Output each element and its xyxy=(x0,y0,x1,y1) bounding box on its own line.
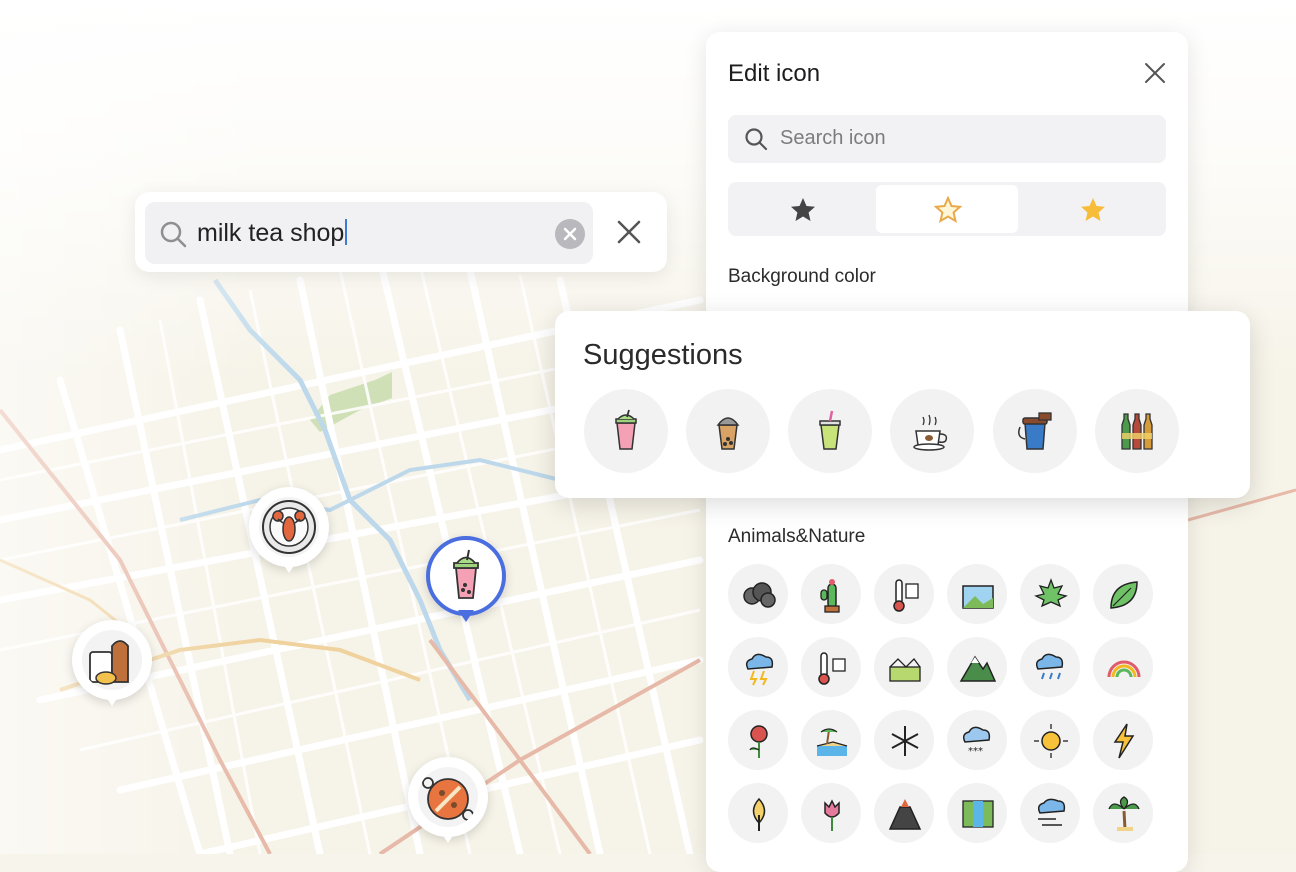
icon-grid-item[interactable] xyxy=(1093,637,1153,697)
bubble-tea-icon xyxy=(716,417,740,450)
milk-tea-shop-icon xyxy=(453,549,479,599)
icon-grid-item[interactable] xyxy=(728,783,788,843)
mountain-icon xyxy=(959,655,997,682)
icon-grid-item[interactable] xyxy=(1020,710,1080,770)
sun-icon xyxy=(1034,724,1068,758)
map-pin-lobster[interactable] xyxy=(249,487,329,582)
takeaway-coffee-icon xyxy=(1018,412,1052,450)
search-icon xyxy=(160,221,187,248)
map-pin-milk-tea-selected[interactable] xyxy=(426,536,506,631)
style-colored[interactable] xyxy=(1021,185,1163,233)
bakery-icon xyxy=(89,640,129,685)
clear-icon xyxy=(563,227,577,241)
icon-grid-item[interactable] xyxy=(1020,783,1080,843)
svg-text:***: *** xyxy=(968,746,983,757)
icon-grid-item[interactable] xyxy=(1020,564,1080,624)
suggestion-item[interactable] xyxy=(788,389,872,473)
icon-grid-item[interactable]: *** xyxy=(947,710,1007,770)
bottled-drinks-icon xyxy=(1121,413,1153,450)
suggestion-item[interactable] xyxy=(686,389,770,473)
clear-search-button[interactable] xyxy=(555,219,585,249)
volcano-icon xyxy=(888,799,922,830)
icon-grid-item[interactable] xyxy=(947,637,1007,697)
windy-cloud-icon xyxy=(1037,798,1066,826)
icon-grid-item[interactable] xyxy=(874,783,934,843)
thunderstorm-icon xyxy=(745,653,774,686)
panel-title: Edit icon xyxy=(728,60,821,87)
icon-grid-item[interactable] xyxy=(728,710,788,770)
close-search-button[interactable] xyxy=(615,218,643,246)
icon-search-input[interactable]: Search icon xyxy=(728,115,1166,163)
leaf-icon xyxy=(1110,581,1138,609)
field-icon xyxy=(889,658,921,682)
rose-icon xyxy=(749,725,768,758)
text-cursor xyxy=(345,219,348,245)
tree-icon xyxy=(752,797,766,831)
icon-grid-item[interactable] xyxy=(947,783,1007,843)
palm-tree-icon xyxy=(1108,796,1140,831)
coffee-cup-icon xyxy=(913,414,948,451)
suggestions-title: Suggestions xyxy=(583,339,743,371)
style-filled[interactable] xyxy=(731,185,873,233)
rainbow-icon xyxy=(1107,660,1141,678)
map-pin-bakery[interactable] xyxy=(72,620,152,715)
suggestion-item[interactable] xyxy=(1095,389,1179,473)
map-search-input[interactable]: milk tea shop xyxy=(145,202,593,264)
beach-icon xyxy=(816,728,848,756)
icon-grid-item[interactable] xyxy=(801,564,861,624)
suggestions-popover: Suggestions xyxy=(555,311,1250,498)
icon-grid-item[interactable] xyxy=(728,637,788,697)
thermometer-icon xyxy=(893,579,919,612)
paella-icon xyxy=(422,777,474,821)
icon-grid-item[interactable] xyxy=(947,564,1007,624)
filled-star-icon xyxy=(791,198,815,221)
icon-grid-item[interactable] xyxy=(728,564,788,624)
waterfall-icon xyxy=(962,800,994,828)
snowflake-icon xyxy=(891,726,919,756)
icon-grid-item[interactable] xyxy=(1020,637,1080,697)
suggestion-item[interactable] xyxy=(584,389,668,473)
icon-grid-item[interactable] xyxy=(874,564,934,624)
icon-grid-item[interactable] xyxy=(801,783,861,843)
icon-grid-item[interactable] xyxy=(1093,710,1153,770)
lightning-icon xyxy=(1113,723,1135,759)
snow-cloud-icon: *** xyxy=(962,726,991,757)
category-label: Animals&Nature xyxy=(728,526,866,547)
green-tea-drink-icon xyxy=(819,410,841,450)
strawberry-milk-tea-icon xyxy=(615,409,637,450)
icon-grid-item[interactable] xyxy=(1093,564,1153,624)
landscape-photo-icon xyxy=(962,585,994,609)
close-panel-button[interactable] xyxy=(1144,62,1166,84)
smoke-cloud-icon xyxy=(743,582,776,608)
outline-star-icon xyxy=(934,196,962,224)
suggestion-item[interactable] xyxy=(993,389,1077,473)
search-query[interactable]: milk tea shop xyxy=(197,216,348,250)
lobster-restaurant-icon xyxy=(262,500,316,554)
map-search-card: milk tea shop xyxy=(135,192,667,272)
icon-grid-item[interactable] xyxy=(801,637,861,697)
style-outline[interactable] xyxy=(876,185,1018,233)
map-pin-paella[interactable] xyxy=(408,757,488,852)
tulip-icon xyxy=(824,799,840,831)
search-icon xyxy=(745,128,768,151)
background-color-label: Background color xyxy=(728,266,876,287)
icon-style-selector xyxy=(728,182,1166,236)
rain-cloud-icon xyxy=(1035,653,1064,680)
icon-grid-item[interactable] xyxy=(874,637,934,697)
icon-grid-item[interactable] xyxy=(801,710,861,770)
icon-grid-item[interactable] xyxy=(874,710,934,770)
temperature-icon xyxy=(818,652,846,685)
icon-grid-item[interactable] xyxy=(1093,783,1153,843)
colored-star-icon xyxy=(1081,198,1105,221)
icon-search-placeholder: Search icon xyxy=(780,127,886,149)
cactus-icon xyxy=(820,579,840,613)
suggestion-item[interactable] xyxy=(890,389,974,473)
maple-leaf-icon xyxy=(1034,578,1068,608)
